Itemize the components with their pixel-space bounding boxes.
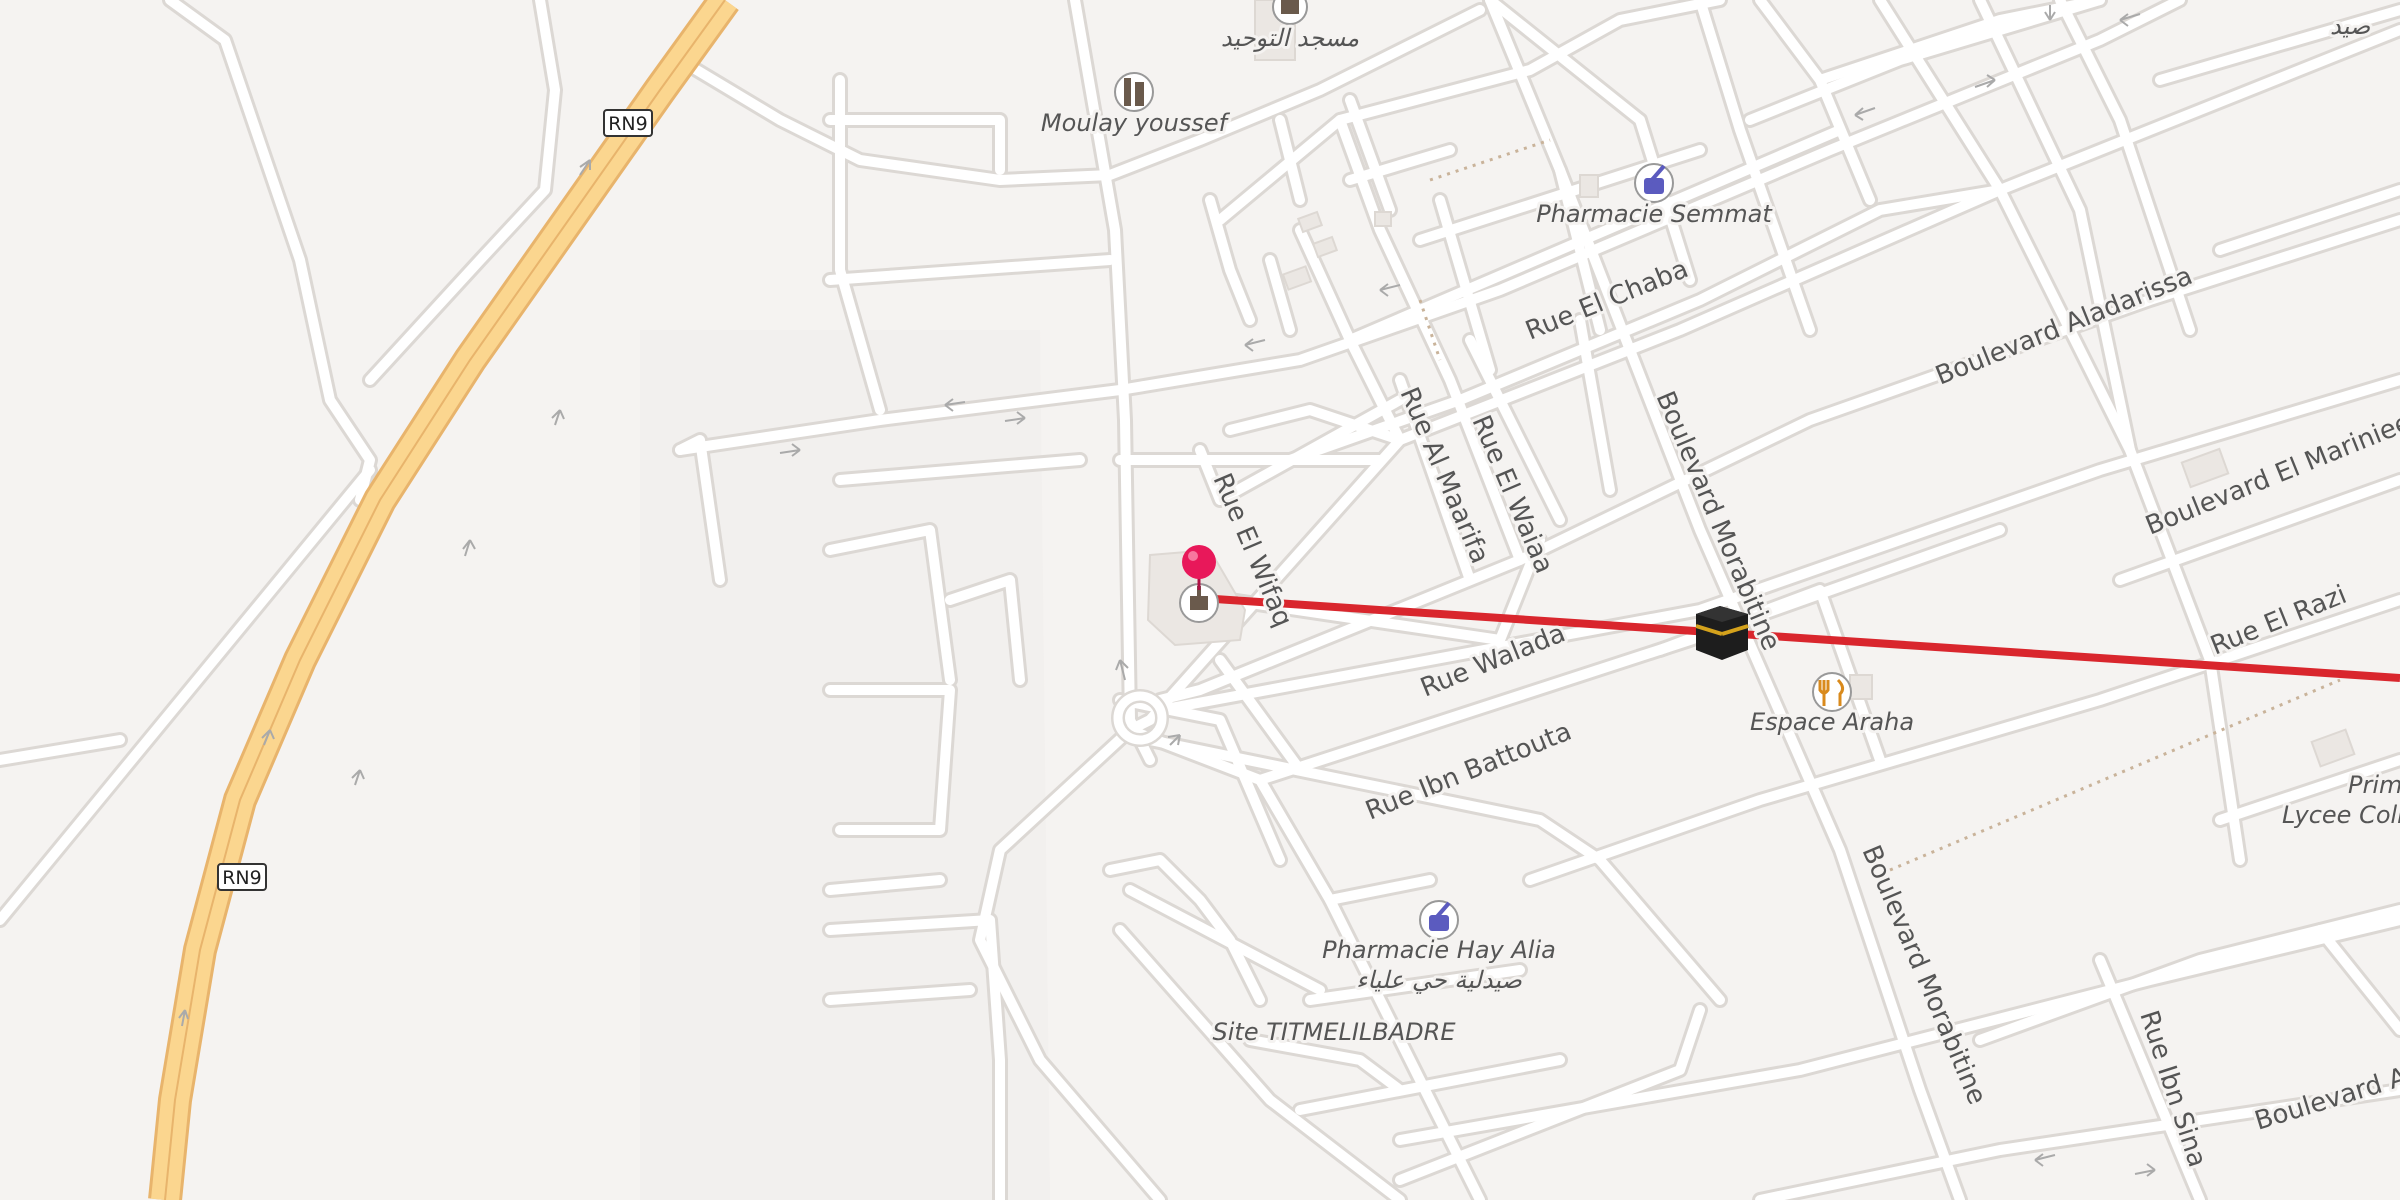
- site-label: Site TITMELILBADRE: [1213, 1018, 1457, 1046]
- road-shield-rn9-south: RN9: [217, 863, 267, 891]
- poi-label: Espace Araha: [1750, 708, 1914, 736]
- poi-label-school: Primaire: [2348, 771, 2400, 799]
- restaurant-icon: [1812, 672, 1852, 712]
- road-shield-rn9: RN9: [603, 109, 653, 137]
- poi-label-arabic: صيد: [2330, 12, 2371, 40]
- kaaba-icon[interactable]: [1695, 606, 1749, 660]
- poi-label: Pharmacie Semmat: [1536, 200, 1773, 228]
- road-shield-label: RN9: [222, 867, 262, 889]
- poi-label: Pharmacie Hay Alia: [1322, 936, 1556, 964]
- poi-label: Moulay youssef: [1041, 109, 1231, 137]
- landmark-icon: [1114, 72, 1154, 112]
- road-shield-label: RN9: [608, 113, 648, 135]
- poi-label-arabic: صيدلية حي علياء: [1356, 966, 1522, 994]
- poi-label-school: Lycee Colleg: [2282, 801, 2400, 829]
- map-view[interactable]: RN9 RN9 Rue El Chaba Boulevard Aladariss…: [0, 0, 2400, 1200]
- map-canvas[interactable]: RN9 RN9 Rue El Chaba Boulevard Aladariss…: [0, 0, 2400, 1200]
- poi-label: مسجد التوحيد: [1221, 24, 1359, 52]
